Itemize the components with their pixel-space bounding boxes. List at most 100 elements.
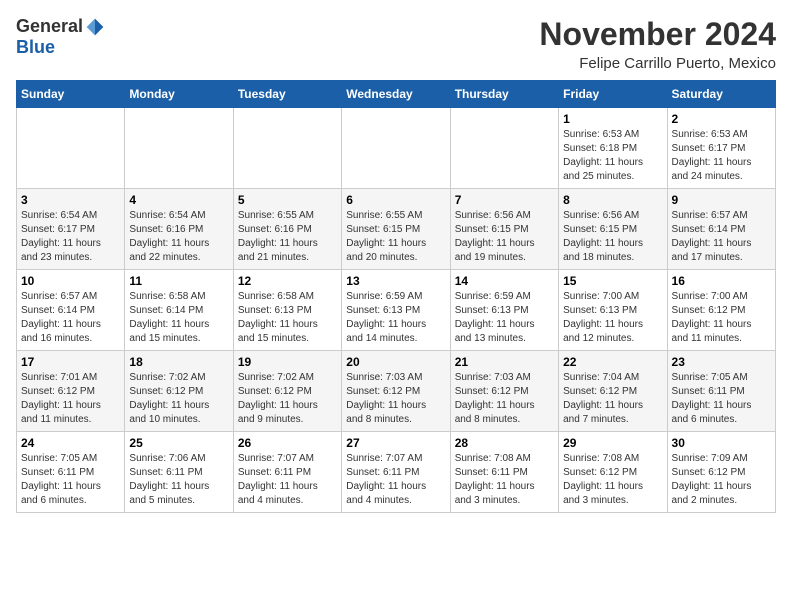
logo: General Blue: [16, 16, 105, 58]
day-number: 22: [563, 355, 662, 369]
calendar-cell: 19 Sunrise: 7:02 AM Sunset: 6:12 PM Dayli…: [233, 351, 341, 432]
day-number: 25: [129, 436, 228, 450]
day-detail: Sunrise: 6:54 AM Sunset: 6:16 PM Dayligh…: [129, 209, 228, 265]
calendar-cell: 11 Sunrise: 6:58 AM Sunset: 6:14 PM Dayli…: [125, 270, 233, 351]
day-number: 23: [672, 355, 771, 369]
day-detail: Sunrise: 6:58 AM Sunset: 6:13 PM Dayligh…: [238, 290, 337, 346]
day-detail: Sunrise: 7:05 AM Sunset: 6:11 PM Dayligh…: [672, 371, 771, 427]
day-number: 28: [455, 436, 554, 450]
week-row-2: 3Sunrise: 6:54 AM Sunset: 6:17 PM Daylig…: [17, 189, 776, 270]
calendar-cell: 25 Sunrise: 7:06 AM Sunset: 6:11 PM Dayli…: [125, 432, 233, 513]
day-detail: Sunrise: 6:59 AM Sunset: 6:13 PM Dayligh…: [455, 290, 554, 346]
day-detail: Sunrise: 6:53 AM Sunset: 6:17 PM Dayligh…: [672, 128, 771, 184]
calendar-cell: [17, 108, 125, 189]
day-detail: Sunrise: 7:05 AM Sunset: 6:11 PM Dayligh…: [21, 452, 120, 508]
day-number: 10: [21, 274, 120, 288]
month-title: November 2024: [539, 16, 776, 53]
day-detail: Sunrise: 7:04 AM Sunset: 6:12 PM Dayligh…: [563, 371, 662, 427]
calendar-cell: 24 Sunrise: 7:05 AM Sunset: 6:11 PM Dayli…: [17, 432, 125, 513]
calendar-cell: 12 Sunrise: 6:58 AM Sunset: 6:13 PM Dayli…: [233, 270, 341, 351]
day-detail: Sunrise: 7:03 AM Sunset: 6:12 PM Dayligh…: [346, 371, 445, 427]
calendar-cell: 30 Sunrise: 7:09 AM Sunset: 6:12 PM Dayli…: [667, 432, 775, 513]
day-detail: Sunrise: 7:00 AM Sunset: 6:13 PM Dayligh…: [563, 290, 662, 346]
calendar-cell: [233, 108, 341, 189]
day-detail: Sunrise: 6:55 AM Sunset: 6:15 PM Dayligh…: [346, 209, 445, 265]
day-detail: Sunrise: 6:57 AM Sunset: 6:14 PM Dayligh…: [21, 290, 120, 346]
day-detail: Sunrise: 6:59 AM Sunset: 6:13 PM Dayligh…: [346, 290, 445, 346]
day-detail: Sunrise: 7:02 AM Sunset: 6:12 PM Dayligh…: [238, 371, 337, 427]
logo-general-text: General: [16, 16, 83, 37]
logo-blue-text: Blue: [16, 37, 55, 58]
calendar-cell: 16 Sunrise: 7:00 AM Sunset: 6:12 PM Dayli…: [667, 270, 775, 351]
day-detail: Sunrise: 7:09 AM Sunset: 6:12 PM Dayligh…: [672, 452, 771, 508]
calendar-table: SundayMondayTuesdayWednesdayThursdayFrid…: [16, 80, 776, 513]
day-detail: Sunrise: 7:03 AM Sunset: 6:12 PM Dayligh…: [455, 371, 554, 427]
day-number: 27: [346, 436, 445, 450]
day-number: 24: [21, 436, 120, 450]
day-number: 17: [21, 355, 120, 369]
calendar-cell: 14 Sunrise: 6:59 AM Sunset: 6:13 PM Dayli…: [450, 270, 558, 351]
day-number: 29: [563, 436, 662, 450]
day-detail: Sunrise: 7:08 AM Sunset: 6:11 PM Dayligh…: [455, 452, 554, 508]
calendar-cell: 10 Sunrise: 6:57 AM Sunset: 6:14 PM Dayli…: [17, 270, 125, 351]
day-number: 7: [455, 193, 554, 207]
day-number: 8: [563, 193, 662, 207]
day-detail: Sunrise: 6:58 AM Sunset: 6:14 PM Dayligh…: [129, 290, 228, 346]
calendar-cell: 5Sunrise: 6:55 AM Sunset: 6:16 PM Daylig…: [233, 189, 341, 270]
weekday-header-thursday: Thursday: [450, 81, 558, 108]
calendar-cell: 17 Sunrise: 7:01 AM Sunset: 6:12 PM Dayli…: [17, 351, 125, 432]
calendar-cell: 15 Sunrise: 7:00 AM Sunset: 6:13 PM Dayli…: [559, 270, 667, 351]
calendar-cell: 4 Sunrise: 6:54 AM Sunset: 6:16 PM Daylig…: [125, 189, 233, 270]
calendar-cell: 27 Sunrise: 7:07 AM Sunset: 6:11 PM Dayli…: [342, 432, 450, 513]
calendar-cell: 21Sunrise: 7:03 AM Sunset: 6:12 PM Dayli…: [450, 351, 558, 432]
day-number: 11: [129, 274, 228, 288]
calendar-cell: 18Sunrise: 7:02 AM Sunset: 6:12 PM Dayli…: [125, 351, 233, 432]
day-number: 19: [238, 355, 337, 369]
day-detail: Sunrise: 7:01 AM Sunset: 6:12 PM Dayligh…: [21, 371, 120, 427]
calendar-cell: 6 Sunrise: 6:55 AM Sunset: 6:15 PM Daylig…: [342, 189, 450, 270]
day-detail: Sunrise: 7:07 AM Sunset: 6:11 PM Dayligh…: [238, 452, 337, 508]
weekday-header-tuesday: Tuesday: [233, 81, 341, 108]
calendar-cell: [125, 108, 233, 189]
week-row-4: 17 Sunrise: 7:01 AM Sunset: 6:12 PM Dayli…: [17, 351, 776, 432]
header: General Blue November 2024 Felipe Carril…: [16, 16, 776, 72]
calendar-cell: 3Sunrise: 6:54 AM Sunset: 6:17 PM Daylig…: [17, 189, 125, 270]
weekday-header-monday: Monday: [125, 81, 233, 108]
day-detail: Sunrise: 7:08 AM Sunset: 6:12 PM Dayligh…: [563, 452, 662, 508]
week-row-3: 10 Sunrise: 6:57 AM Sunset: 6:14 PM Dayli…: [17, 270, 776, 351]
weekday-header-saturday: Saturday: [667, 81, 775, 108]
day-number: 9: [672, 193, 771, 207]
day-number: 15: [563, 274, 662, 288]
title-area: November 2024 Felipe Carrillo Puerto, Me…: [539, 16, 776, 72]
day-number: 4: [129, 193, 228, 207]
calendar-cell: [342, 108, 450, 189]
day-detail: Sunrise: 7:00 AM Sunset: 6:12 PM Dayligh…: [672, 290, 771, 346]
week-row-5: 24 Sunrise: 7:05 AM Sunset: 6:11 PM Dayli…: [17, 432, 776, 513]
day-detail: Sunrise: 6:57 AM Sunset: 6:14 PM Dayligh…: [672, 209, 771, 265]
calendar-cell: 13 Sunrise: 6:59 AM Sunset: 6:13 PM Dayli…: [342, 270, 450, 351]
calendar-cell: 8Sunrise: 6:56 AM Sunset: 6:15 PM Daylig…: [559, 189, 667, 270]
day-number: 20: [346, 355, 445, 369]
day-number: 30: [672, 436, 771, 450]
day-detail: Sunrise: 7:02 AM Sunset: 6:12 PM Dayligh…: [129, 371, 228, 427]
day-number: 14: [455, 274, 554, 288]
day-detail: Sunrise: 7:06 AM Sunset: 6:11 PM Dayligh…: [129, 452, 228, 508]
calendar-cell: [450, 108, 558, 189]
calendar-cell: 1 Sunrise: 6:53 AM Sunset: 6:18 PM Daylig…: [559, 108, 667, 189]
weekday-header-row: SundayMondayTuesdayWednesdayThursdayFrid…: [17, 81, 776, 108]
day-number: 6: [346, 193, 445, 207]
day-detail: Sunrise: 7:07 AM Sunset: 6:11 PM Dayligh…: [346, 452, 445, 508]
day-number: 16: [672, 274, 771, 288]
day-number: 2: [672, 112, 771, 126]
day-number: 26: [238, 436, 337, 450]
day-detail: Sunrise: 6:55 AM Sunset: 6:16 PM Dayligh…: [238, 209, 337, 265]
day-detail: Sunrise: 6:53 AM Sunset: 6:18 PM Dayligh…: [563, 128, 662, 184]
day-number: 1: [563, 112, 662, 126]
calendar-cell: 23 Sunrise: 7:05 AM Sunset: 6:11 PM Dayli…: [667, 351, 775, 432]
day-number: 13: [346, 274, 445, 288]
day-number: 12: [238, 274, 337, 288]
day-number: 3: [21, 193, 120, 207]
calendar-cell: 22 Sunrise: 7:04 AM Sunset: 6:12 PM Dayli…: [559, 351, 667, 432]
calendar-cell: 26 Sunrise: 7:07 AM Sunset: 6:11 PM Dayli…: [233, 432, 341, 513]
calendar-cell: 2 Sunrise: 6:53 AM Sunset: 6:17 PM Daylig…: [667, 108, 775, 189]
